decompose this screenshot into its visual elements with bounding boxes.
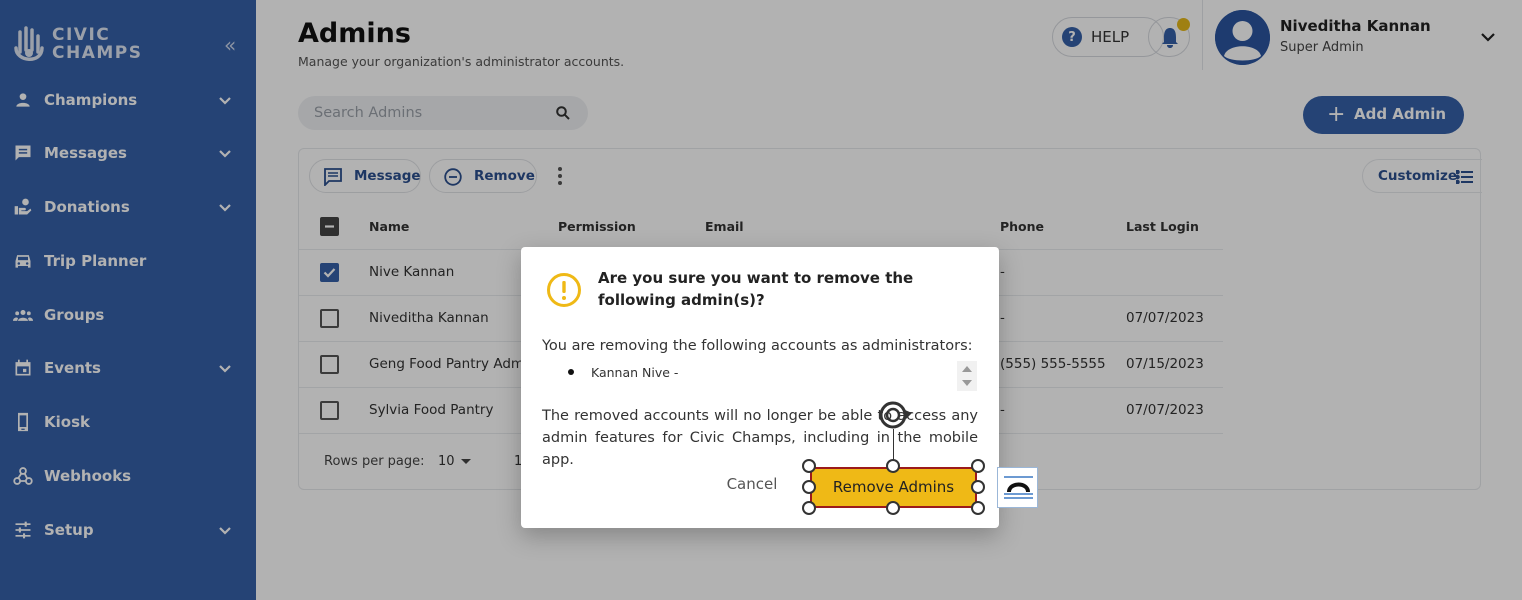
remove-admins-label: Remove Admins [832,478,955,496]
format-toolbar-button[interactable] [997,467,1038,508]
dialog-title: Are you sure you want to remove the foll… [598,269,914,309]
resize-handle-top-right[interactable] [971,459,985,473]
resize-handle-top[interactable] [886,459,900,473]
resize-handle-bottom-left[interactable] [802,501,816,515]
list-item: Kannan Nive - [591,365,679,380]
cancel-button[interactable]: Cancel [717,475,787,499]
remove-admins-dialog: Are you sure you want to remove the foll… [521,247,1038,528]
bullet [568,369,574,375]
resize-handle-bottom[interactable] [886,501,900,515]
scroll-up-icon[interactable] [962,366,972,372]
text-wrap-icon [1004,476,1033,499]
resize-handle-right[interactable] [971,480,985,494]
resize-handle-left[interactable] [802,480,816,494]
scroll-down-icon[interactable] [962,380,972,386]
dialog-lead-text: You are removing the following accounts … [542,338,973,354]
resize-handle-bottom-right[interactable] [971,501,985,515]
removed-admins-list: Kannan Nive - [557,361,977,391]
resize-handle-top-left[interactable] [802,459,816,473]
warning-icon [547,273,581,307]
list-scroll-control[interactable] [957,361,977,391]
rotate-icon[interactable] [878,399,914,431]
